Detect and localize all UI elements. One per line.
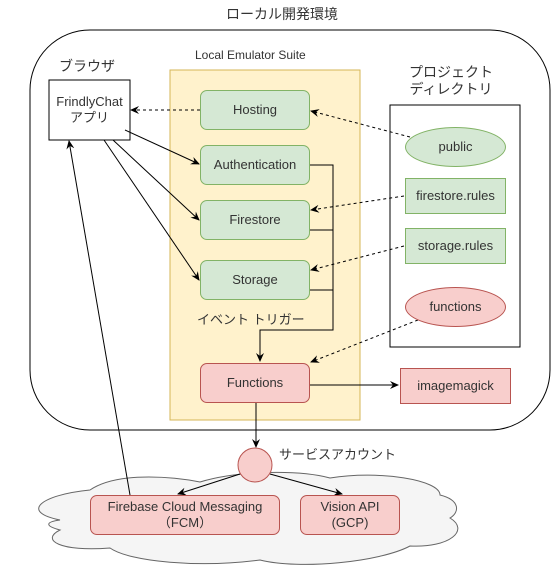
authentication-node: Authentication bbox=[200, 145, 310, 185]
service-account-node bbox=[237, 447, 273, 483]
project-label-line1: プロジェクト bbox=[409, 64, 493, 80]
event-trigger-label: イベント トリガー bbox=[197, 312, 305, 327]
storage-node: Storage bbox=[200, 260, 310, 300]
app-sub: アプリ bbox=[69, 110, 109, 125]
public-node: public bbox=[405, 127, 506, 167]
fcm-line2: （FCM） bbox=[157, 515, 213, 530]
hosting-node: Hosting bbox=[200, 90, 310, 130]
project-directory-label: プロジェクト ディレクトリ bbox=[409, 64, 493, 98]
functions-src-node: functions bbox=[405, 287, 506, 327]
vision-api-node: Vision API (GCP) bbox=[300, 495, 400, 535]
firestore-node: Firestore bbox=[200, 200, 310, 240]
service-account-label: サービスアカウント bbox=[279, 447, 397, 462]
app-name: FrindlyChat bbox=[56, 94, 123, 109]
local-env-title: ローカル開発環境 bbox=[226, 6, 338, 22]
fcm-line1: Firebase Cloud Messaging bbox=[107, 499, 263, 514]
frindlychat-app-node: FrindlyChat アプリ bbox=[49, 80, 130, 140]
storage-rules-node: storage.rules bbox=[405, 228, 506, 264]
emulator-suite-label: Local Emulator Suite bbox=[195, 48, 306, 62]
firestore-rules-node: firestore.rules bbox=[405, 178, 506, 214]
fcm-node: Firebase Cloud Messaging （FCM） bbox=[90, 495, 280, 535]
vision-line2: (GCP) bbox=[331, 515, 369, 530]
project-label-line2: ディレクトリ bbox=[409, 81, 493, 97]
imagemagick-node: imagemagick bbox=[400, 368, 511, 404]
functions-node: Functions bbox=[200, 363, 310, 403]
vision-line1: Vision API bbox=[320, 499, 380, 514]
browser-label: ブラウザ bbox=[59, 58, 115, 74]
